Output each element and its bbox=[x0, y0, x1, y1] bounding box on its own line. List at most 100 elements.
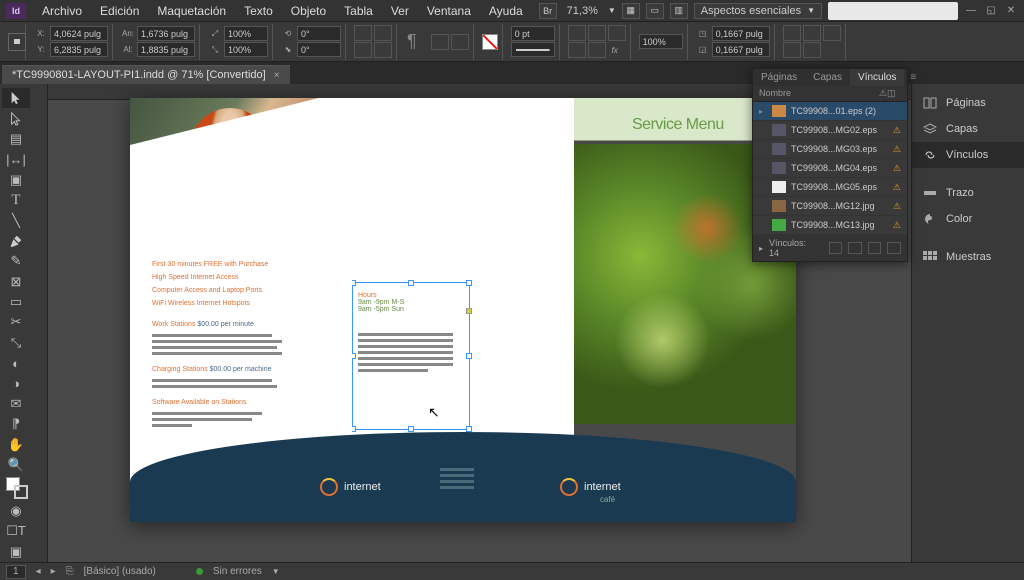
handle-mr[interactable] bbox=[466, 353, 472, 359]
wrap-column-icon[interactable] bbox=[588, 42, 606, 58]
link-row[interactable]: TC99908...MG13.jpg⚠ bbox=[753, 216, 907, 235]
panel-muestras[interactable]: Muestras bbox=[912, 244, 1024, 270]
disclosure-icon[interactable]: ▸ bbox=[759, 107, 767, 116]
bridge-icon[interactable]: Br bbox=[539, 3, 557, 19]
x-field[interactable]: 4,0624 pulg bbox=[50, 26, 108, 41]
flip-v-icon[interactable] bbox=[374, 42, 392, 58]
update-link-icon[interactable] bbox=[868, 242, 882, 254]
wrap-none-icon[interactable] bbox=[568, 25, 586, 41]
select-content-icon[interactable] bbox=[451, 34, 469, 50]
panel-paginas[interactable]: Páginas bbox=[912, 90, 1024, 116]
handle-yellow[interactable] bbox=[466, 308, 472, 314]
rectangle-tool[interactable]: ▭ bbox=[2, 292, 30, 312]
arrange-icon[interactable]: ▥ bbox=[670, 3, 688, 19]
fit-content-icon[interactable] bbox=[783, 25, 801, 41]
corner-x-field[interactable]: 0,1667 pulg bbox=[712, 26, 770, 41]
gradient-swatch-tool[interactable]: ◐ bbox=[2, 353, 30, 373]
selected-frame[interactable] bbox=[352, 282, 470, 430]
fit-prop-icon[interactable] bbox=[803, 42, 821, 58]
menu-texto[interactable]: Texto bbox=[236, 1, 281, 21]
preflight-status[interactable]: Sin errores bbox=[213, 566, 262, 577]
tab-close-icon[interactable]: × bbox=[274, 70, 280, 81]
open-icon[interactable]: ⎘ bbox=[66, 566, 74, 577]
type-tool[interactable]: T bbox=[2, 190, 30, 210]
handle-bm[interactable] bbox=[408, 426, 414, 432]
search-input[interactable] bbox=[828, 2, 958, 20]
maximize-icon[interactable]: ◱ bbox=[984, 5, 998, 17]
edit-original-icon[interactable] bbox=[887, 242, 901, 254]
pen-tool[interactable] bbox=[2, 231, 30, 251]
document-tab[interactable]: *TC9990801-LAYOUT-PI1.indd @ 71% [Conver… bbox=[2, 65, 290, 84]
corner-y-field[interactable]: 0,1667 pulg bbox=[712, 42, 770, 57]
minimize-icon[interactable]: — bbox=[964, 5, 978, 17]
paragraph-icon[interactable]: ¶ bbox=[401, 31, 423, 52]
links-tab-capas[interactable]: Capas bbox=[805, 69, 850, 86]
wrap-jump-icon[interactable] bbox=[568, 42, 586, 58]
link-row[interactable]: TC99908...MG05.eps⚠ bbox=[753, 178, 907, 197]
handle-tm[interactable] bbox=[408, 280, 414, 286]
panel-capas[interactable]: Capas bbox=[912, 116, 1024, 142]
fill-icon[interactable] bbox=[482, 34, 498, 50]
screen-mode-icon[interactable]: ▭ bbox=[646, 3, 664, 19]
flip-h-icon[interactable] bbox=[354, 42, 372, 58]
links-tab-paginas[interactable]: Páginas bbox=[753, 69, 805, 86]
view-mode-normal[interactable]: ▣ bbox=[2, 542, 30, 562]
menu-objeto[interactable]: Objeto bbox=[283, 1, 334, 21]
menu-ventana[interactable]: Ventana bbox=[419, 1, 479, 21]
menu-archivo[interactable]: Archivo bbox=[34, 1, 90, 21]
rectangle-frame-tool[interactable]: ⊠ bbox=[2, 272, 30, 292]
scaley-field[interactable]: 100% bbox=[224, 42, 268, 57]
menu-edicion[interactable]: Edición bbox=[92, 1, 147, 21]
menu-ver[interactable]: Ver bbox=[383, 1, 417, 21]
goto-link-icon[interactable] bbox=[848, 242, 862, 254]
fill-stroke-swap[interactable] bbox=[2, 475, 30, 500]
pencil-tool[interactable]: ✎ bbox=[2, 251, 30, 271]
formatting-container-icon[interactable]: ☐T bbox=[2, 521, 30, 541]
view-mode-icon[interactable]: ▦ bbox=[622, 3, 640, 19]
links-panel[interactable]: Páginas Capas Vínculos ≡ Nombre ⚠ ◫ ▸TC9… bbox=[752, 68, 908, 262]
zoom-tool[interactable]: 🔍 bbox=[2, 455, 30, 475]
line-tool[interactable]: ╲ bbox=[2, 210, 30, 230]
center-content-icon[interactable] bbox=[783, 42, 801, 58]
fit-frame-icon[interactable] bbox=[803, 25, 821, 41]
rotate-ccw-icon[interactable] bbox=[354, 25, 372, 41]
link-row[interactable]: TC99908...MG12.jpg⚠ bbox=[753, 197, 907, 216]
rotate-cw-icon[interactable] bbox=[374, 25, 392, 41]
reference-point[interactable] bbox=[4, 24, 26, 60]
stroke-field[interactable]: 0 pt bbox=[511, 26, 555, 41]
handle-ml[interactable] bbox=[352, 353, 356, 359]
wrap-shape-icon[interactable] bbox=[608, 25, 626, 41]
panel-vinculos[interactable]: Vínculos bbox=[912, 142, 1024, 168]
selection-tool[interactable] bbox=[2, 88, 30, 108]
link-row[interactable]: ▸TC99908...01.eps (2) bbox=[753, 102, 907, 121]
handle-bl[interactable] bbox=[352, 426, 356, 432]
menu-tabla[interactable]: Tabla bbox=[336, 1, 381, 21]
links-col-warn-icon[interactable]: ⚠ bbox=[879, 88, 887, 99]
preflight-menu-icon[interactable]: ▼ bbox=[272, 567, 280, 576]
corner-options[interactable]: ◳0,1667 pulg ◲0,1667 pulg bbox=[692, 24, 775, 60]
page-tool[interactable]: ▤ bbox=[2, 129, 30, 149]
scalex-field[interactable]: 100% bbox=[224, 26, 268, 41]
close-icon[interactable]: ✕ bbox=[1004, 5, 1018, 17]
panel-color[interactable]: Color bbox=[912, 206, 1024, 232]
note-tool[interactable]: ✉ bbox=[2, 394, 30, 414]
menu-ayuda[interactable]: Ayuda bbox=[481, 1, 531, 21]
zoom-dropdown-icon[interactable]: ▼ bbox=[608, 6, 616, 15]
h-field[interactable]: 1,8835 pulg bbox=[137, 42, 195, 57]
apply-color-icon[interactable]: ◉ bbox=[2, 501, 30, 521]
w-field[interactable]: 1,6736 pulg bbox=[137, 26, 195, 41]
gradient-feather-tool[interactable]: ◑ bbox=[2, 373, 30, 393]
panel-trazo[interactable]: Trazo bbox=[912, 180, 1024, 206]
gap-tool[interactable]: |↔| bbox=[2, 149, 30, 169]
nav-next-icon[interactable]: ▸ bbox=[51, 566, 56, 577]
workspace-switcher[interactable]: Aspectos esenciales▼ bbox=[694, 3, 822, 19]
wrap-bbox-icon[interactable] bbox=[588, 25, 606, 41]
free-transform-tool[interactable]: ⤡ bbox=[2, 333, 30, 353]
handle-tr[interactable] bbox=[466, 280, 472, 286]
link-row[interactable]: TC99908...MG04.eps⚠ bbox=[753, 159, 907, 178]
handle-tl[interactable] bbox=[352, 280, 356, 286]
shear-field[interactable]: 0° bbox=[297, 42, 341, 57]
zoom-display[interactable]: 71,3% bbox=[563, 5, 602, 17]
link-row[interactable]: TC99908...MG02.eps⚠ bbox=[753, 121, 907, 140]
content-collector-tool[interactable]: ▣ bbox=[2, 170, 30, 190]
